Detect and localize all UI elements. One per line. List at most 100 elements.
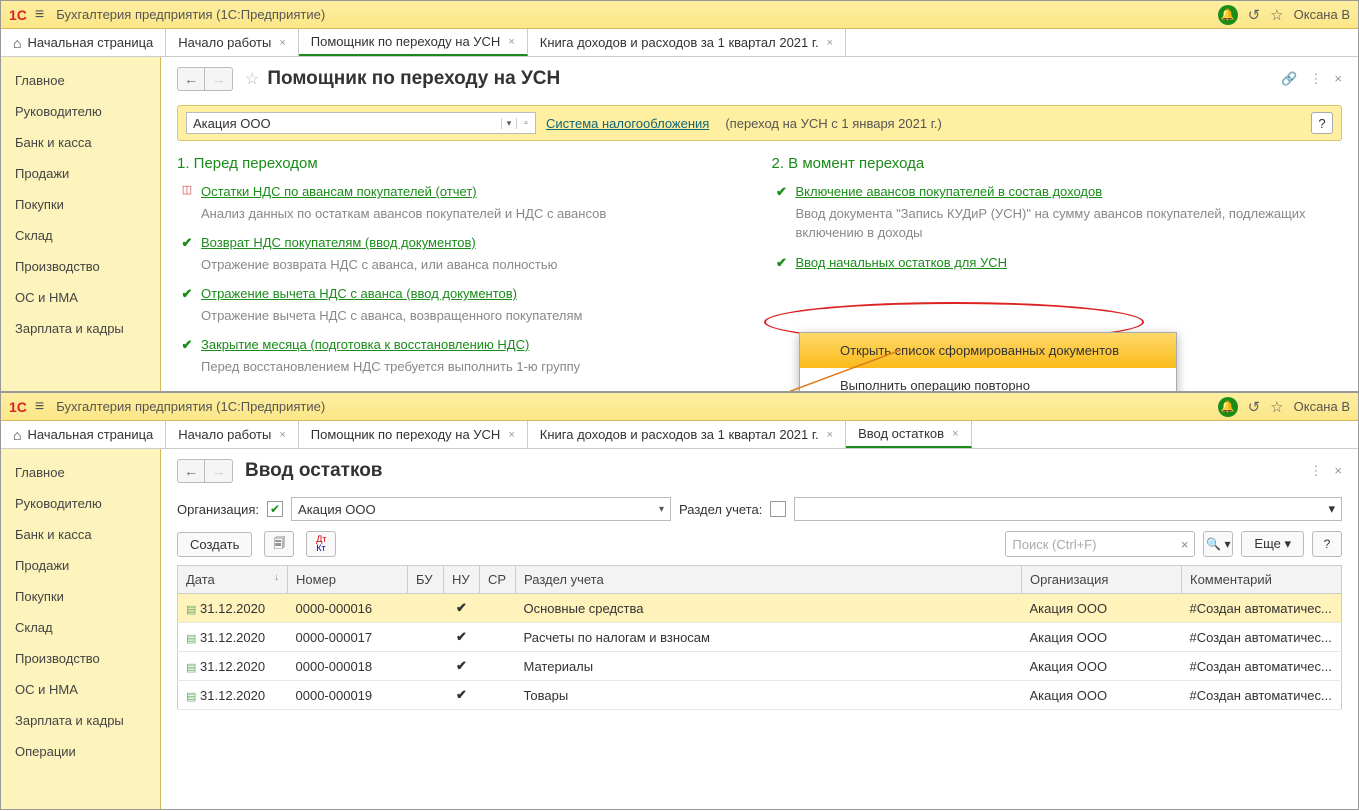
step-link[interactable]: Ввод начальных остатков для УСН: [796, 255, 1008, 270]
dtkt-button[interactable]: ДтКт: [306, 531, 336, 557]
menu-icon[interactable]: ≡: [35, 398, 44, 416]
bell-icon[interactable]: 🔔: [1218, 397, 1238, 417]
close-icon[interactable]: ×: [952, 428, 958, 440]
sidebar-item-warehouse[interactable]: Склад: [1, 220, 160, 251]
tab-balances[interactable]: Ввод остатков×: [846, 421, 971, 448]
tab-home[interactable]: ⌂Начальная страница: [1, 29, 166, 56]
step-link[interactable]: Включение авансов покупателей в состав д…: [796, 184, 1103, 199]
ctx-repeat[interactable]: Выполнить операцию повторно: [800, 368, 1176, 392]
tab-kudir[interactable]: Книга доходов и расходов за 1 квартал 20…: [528, 421, 846, 448]
context-menu: Открыть список сформированных документов…: [799, 332, 1177, 392]
sidebar-item-bank[interactable]: Банк и касса: [1, 519, 160, 550]
sidebar-item-operations[interactable]: Операции: [1, 736, 160, 767]
sidebar-item-assets[interactable]: ОС и НМА: [1, 282, 160, 313]
copy-button[interactable]: 🗐: [264, 531, 294, 557]
close-icon[interactable]: ×: [508, 36, 514, 48]
favorite-icon[interactable]: ☆: [1270, 6, 1283, 24]
nav-forward-button: →: [205, 459, 233, 483]
table-row[interactable]: ▤ 31.12.2020 0000-000017 ✔ Расчеты по на…: [178, 623, 1342, 652]
col-org[interactable]: Организация: [1022, 566, 1182, 594]
check-icon: ✔: [772, 253, 792, 273]
link-icon[interactable]: 🔗: [1281, 71, 1297, 87]
nav-back-button[interactable]: ←: [177, 459, 205, 483]
close-icon[interactable]: ×: [1334, 71, 1342, 87]
search-input[interactable]: Поиск (Ctrl+F) ×: [1005, 531, 1195, 557]
tab-home[interactable]: ⌂Начальная страница: [1, 421, 166, 448]
section-field[interactable]: ▾: [794, 497, 1342, 521]
sidebar-item-purchases[interactable]: Покупки: [1, 581, 160, 612]
table-row[interactable]: ▤ 31.12.2020 0000-000016 ✔ Основные сред…: [178, 594, 1342, 623]
history-icon[interactable]: ↺: [1248, 398, 1261, 416]
col-sr[interactable]: СР: [480, 566, 516, 594]
step-link[interactable]: Возврат НДС покупателям (ввод документов…: [201, 235, 476, 250]
sidebar-item-manager[interactable]: Руководителю: [1, 96, 160, 127]
sidebar-item-purchases[interactable]: Покупки: [1, 189, 160, 220]
sidebar-item-production[interactable]: Производство: [1, 251, 160, 282]
search-button[interactable]: 🔍 ▾: [1203, 531, 1233, 557]
window-top: 1C ≡ Бухгалтерия предприятия (1С:Предпри…: [0, 0, 1359, 392]
col-comment[interactable]: Комментарий: [1182, 566, 1342, 594]
close-icon[interactable]: ×: [508, 429, 514, 441]
close-icon[interactable]: ×: [1334, 463, 1342, 479]
doc-icon: ▤: [186, 604, 196, 616]
more-button[interactable]: Еще ▾: [1241, 531, 1304, 557]
step-link[interactable]: Закрытие месяца (подготовка к восстановл…: [201, 337, 529, 352]
sidebar-item-salary[interactable]: Зарплата и кадры: [1, 705, 160, 736]
step-link[interactable]: Остатки НДС по авансам покупателей (отче…: [201, 184, 477, 199]
org-checkbox[interactable]: [267, 501, 283, 517]
sidebar-item-main[interactable]: Главное: [1, 65, 160, 96]
section-checkbox[interactable]: [770, 501, 786, 517]
table-row[interactable]: ▤ 31.12.2020 0000-000019 ✔ Товары Акация…: [178, 681, 1342, 710]
org-field[interactable]: Акация ООО ▾: [291, 497, 671, 521]
table-row[interactable]: ▤ 31.12.2020 0000-000018 ✔ Материалы Ака…: [178, 652, 1342, 681]
tab-start[interactable]: Начало работы×: [166, 29, 299, 56]
sidebar-item-warehouse[interactable]: Склад: [1, 612, 160, 643]
open-icon[interactable]: ▫: [519, 118, 533, 129]
col-nu[interactable]: НУ: [444, 566, 480, 594]
chevron-down-icon[interactable]: ▾: [659, 504, 664, 515]
help-button[interactable]: ?: [1312, 531, 1342, 557]
section-header: 1. Перед переходом: [177, 155, 748, 172]
tab-kudir[interactable]: Книга доходов и расходов за 1 квартал 20…: [528, 29, 846, 56]
chevron-down-icon[interactable]: ▾: [501, 118, 517, 129]
chevron-down-icon[interactable]: ▾: [1328, 501, 1335, 517]
bell-icon[interactable]: 🔔: [1218, 5, 1238, 25]
more-icon[interactable]: ⋮: [1309, 463, 1322, 479]
nav-back-button[interactable]: ←: [177, 67, 205, 91]
tax-system-link[interactable]: Система налогообложения: [546, 116, 709, 131]
close-icon[interactable]: ×: [279, 37, 285, 49]
tab-usn-assistant[interactable]: Помощник по переходу на УСН×: [299, 29, 528, 56]
col-section[interactable]: Раздел учета: [516, 566, 1022, 594]
org-dropdown[interactable]: Акация ООО ▾ ▫: [186, 112, 536, 134]
tab-start[interactable]: Начало работы×: [166, 421, 299, 448]
menu-icon[interactable]: ≡: [35, 6, 44, 24]
create-button[interactable]: Создать: [177, 532, 252, 557]
tab-usn-assistant[interactable]: Помощник по переходу на УСН×: [299, 421, 528, 448]
col-num[interactable]: Номер: [288, 566, 408, 594]
sidebar-item-main[interactable]: Главное: [1, 457, 160, 488]
clear-icon[interactable]: ×: [1181, 537, 1189, 552]
close-icon[interactable]: ×: [827, 429, 833, 441]
sidebar-item-sales[interactable]: Продажи: [1, 550, 160, 581]
sidebar-item-bank[interactable]: Банк и касса: [1, 127, 160, 158]
history-icon[interactable]: ↺: [1248, 6, 1261, 24]
sidebar-item-assets[interactable]: ОС и НМА: [1, 674, 160, 705]
step-link[interactable]: Отражение вычета НДС с аванса (ввод доку…: [201, 286, 517, 301]
home-icon: ⌂: [13, 35, 21, 51]
more-icon[interactable]: ⋮: [1309, 71, 1322, 87]
sidebar-item-sales[interactable]: Продажи: [1, 158, 160, 189]
col-date[interactable]: Дата↓: [178, 566, 288, 594]
user-name[interactable]: Оксана В: [1294, 399, 1350, 414]
logo-1c-icon: 1C: [9, 399, 27, 415]
ctx-open-list[interactable]: Открыть список сформированных документов: [800, 333, 1176, 368]
close-icon[interactable]: ×: [827, 37, 833, 49]
user-name[interactable]: Оксана В: [1294, 7, 1350, 22]
col-bu[interactable]: БУ: [408, 566, 444, 594]
favorite-icon[interactable]: ☆: [1270, 398, 1283, 416]
help-button[interactable]: ?: [1311, 112, 1333, 134]
sidebar-item-production[interactable]: Производство: [1, 643, 160, 674]
bookmark-icon[interactable]: ☆: [245, 69, 259, 89]
close-icon[interactable]: ×: [279, 429, 285, 441]
sidebar-item-salary[interactable]: Зарплата и кадры: [1, 313, 160, 344]
sidebar-item-manager[interactable]: Руководителю: [1, 488, 160, 519]
